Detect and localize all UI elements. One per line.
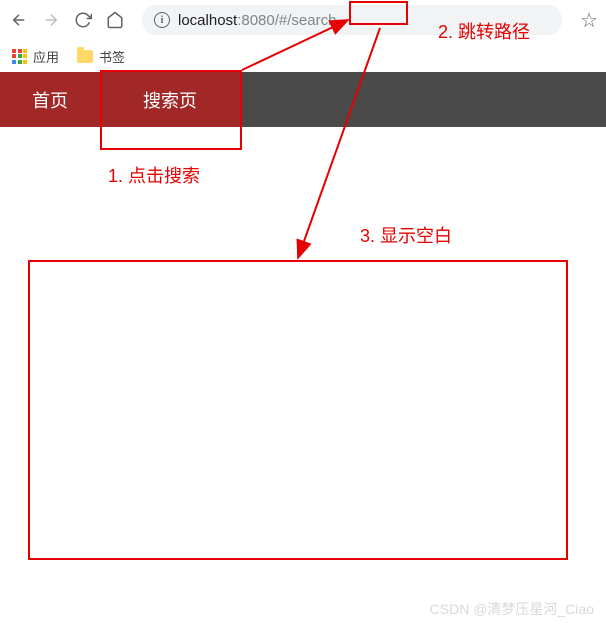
home-button[interactable] <box>104 9 126 31</box>
watermark: CSDN @清梦压星河_Ciao <box>430 599 594 619</box>
site-info-icon[interactable]: i <box>154 12 170 28</box>
annotation-box-blank-area <box>28 260 568 560</box>
nav-tab-home[interactable]: 首页 <box>0 72 100 127</box>
url-host: localhost <box>178 12 237 29</box>
nav-tab-home-label: 首页 <box>32 87 68 113</box>
page-nav: 首页 搜索页 <box>0 72 606 127</box>
bookmark-star-icon[interactable]: ☆ <box>580 8 598 33</box>
browser-toolbar: i localhost:8080/#/search ☆ <box>0 0 606 40</box>
url-port: :8080 <box>237 12 275 29</box>
annotation-label-3: 3. 显示空白 <box>360 222 452 248</box>
url-text: localhost:8080/#/search <box>178 12 336 29</box>
annotation-label-1: 1. 点击搜索 <box>108 162 200 188</box>
address-bar[interactable]: i localhost:8080/#/search <box>142 5 562 35</box>
forward-button[interactable] <box>40 9 62 31</box>
reload-button[interactable] <box>72 9 94 31</box>
url-path: /#/search <box>275 12 337 29</box>
back-button[interactable] <box>8 9 30 31</box>
folder-label: 书签 <box>99 47 125 66</box>
apps-shortcut[interactable]: 应用 <box>12 47 59 66</box>
folder-icon <box>77 50 93 63</box>
nav-tab-search-label: 搜索页 <box>143 87 197 113</box>
apps-grid-icon <box>12 49 27 64</box>
apps-label: 应用 <box>33 47 59 66</box>
nav-tab-search[interactable]: 搜索页 <box>100 72 240 127</box>
bookmarks-folder[interactable]: 书签 <box>77 47 125 66</box>
bookmarks-bar: 应用 书签 <box>0 40 606 72</box>
